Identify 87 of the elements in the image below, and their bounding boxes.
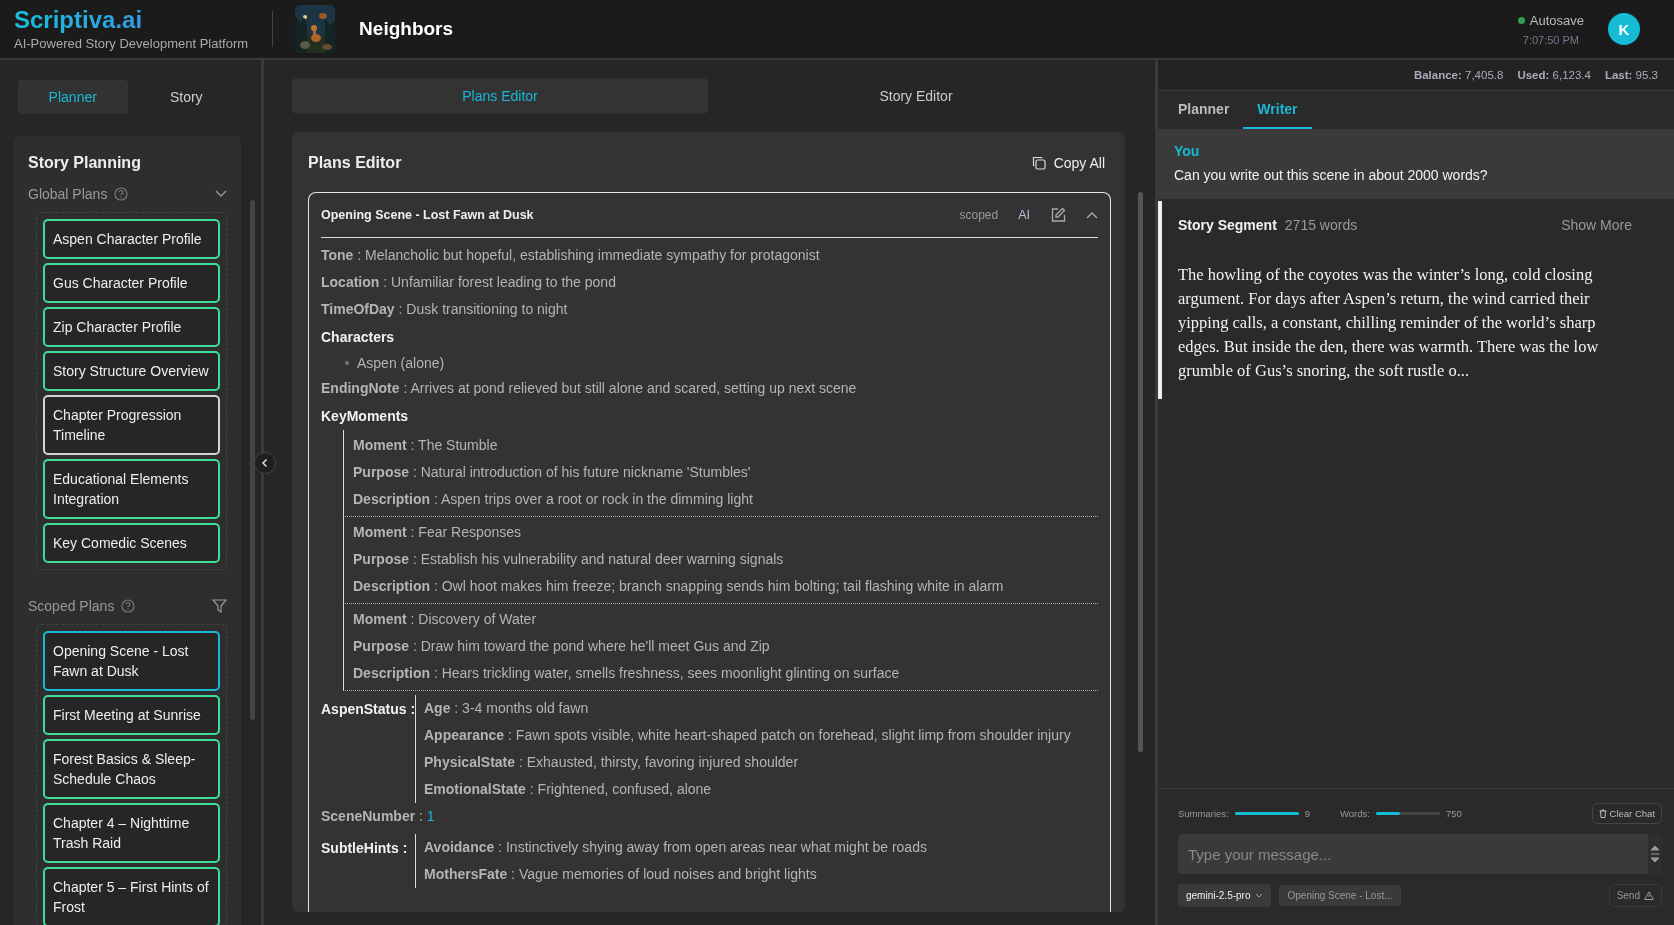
field-text: Appearance : Fawn spots visible, white heart-shaped patch on forehead, slight limp from shoulder injury: [424, 726, 1071, 745]
meter-label: Words:: [1340, 808, 1370, 819]
field-label: SubtleHints :: [321, 839, 409, 858]
plan-item[interactable]: Chapter Progression Timeline: [43, 395, 220, 455]
field-text: Location : Unfamiliar forest leading to the pond: [321, 273, 616, 292]
field-text: Description : Aspen trips over a root or rock in the dimming light: [353, 490, 753, 509]
help-icon[interactable]: [114, 187, 129, 201]
field-text: Moment : Fear Responses: [353, 523, 522, 542]
trash-icon: [1598, 809, 1607, 818]
meter-label: Summaries:: [1178, 808, 1229, 819]
field-text: PhysicalState : Exhausted, thirsty, favoring injured shoulder: [424, 753, 799, 772]
autosave-time: 7:07:50 PM: [1522, 33, 1580, 46]
usage-stat: Last: 95.3: [1604, 69, 1658, 81]
scope-label: scoped: [959, 208, 999, 222]
scrollbar[interactable]: [250, 200, 255, 720]
word-count: 2715 words: [1284, 217, 1358, 233]
plan-item[interactable]: Zip Character Profile: [43, 307, 220, 347]
plan-item[interactable]: Key Comedic Scenes: [43, 523, 220, 563]
editor-tab[interactable]: Plans Editor: [292, 78, 708, 114]
context-chip[interactable]: Opening Scene - Lost...: [1279, 885, 1401, 906]
app-tagline: AI-Powered Story Development Platform: [14, 35, 249, 51]
sidebar-tab[interactable]: Story: [131, 80, 241, 114]
field-text: Avoidance : Instinctively shying away from open areas near what might be roads: [424, 838, 927, 857]
message-text: Can you write out this scene in about 2000 words?: [1174, 167, 1489, 183]
plan-item[interactable]: Opening Scene - Lost Fawn at Dusk: [43, 631, 220, 691]
field-text: EmotionalState : Frightened, confused, alone: [424, 780, 712, 799]
chevron-up-icon[interactable]: [1086, 211, 1098, 219]
field-text: Age : 3-4 months old fawn: [424, 699, 589, 718]
story-text: The howling of the coyotes was the winter’s long, cold closing argument. For days after Aspen’s return, the wind carried their yipping calls, a constant, chilling reminder of the world’s sharp edges. But inside the den, there was warmth. There was the low grumble of Gus’s snoring, the soft rustle o...: [1178, 264, 1600, 382]
meter-value: 750: [1445, 808, 1462, 819]
plan-item[interactable]: Chapter 4 – Nighttime Trash Raid: [43, 803, 220, 863]
section-title: Scoped Plans: [28, 598, 115, 614]
plan-item[interactable]: Chapter 5 – First Hints of Frost: [43, 867, 220, 925]
field-text: Description : Hears trickling water, smells freshness, sees moonlight glinting on surface: [353, 664, 900, 683]
copy-all-button[interactable]: Copy All: [1025, 154, 1111, 172]
field-text: Purpose : Natural introduction of his future nickname 'Stumbles': [353, 463, 751, 482]
chevron-down-icon[interactable]: [215, 190, 227, 198]
sidebar-tab[interactable]: Planner: [18, 80, 128, 114]
send-button[interactable]: Send: [1608, 884, 1662, 907]
section-title: Global Plans: [28, 186, 108, 202]
field-text: TimeOfDay : Dusk transitioning to night: [321, 300, 568, 319]
scrollbar[interactable]: [1138, 192, 1143, 752]
plan-item[interactable]: Story Structure Overview: [43, 351, 220, 391]
plan-item[interactable]: First Meeting at Sunrise: [43, 695, 220, 735]
field-value: 1: [426, 807, 435, 826]
edit-icon[interactable]: [1050, 207, 1066, 223]
model-select[interactable]: gemini-2.5-pro: [1178, 884, 1272, 907]
chat-tab[interactable]: Planner: [1164, 91, 1244, 129]
bullet-icon: [345, 361, 349, 365]
usage-stat: Balance: 7,405.8: [1413, 69, 1504, 81]
field-text: Description : Owl hoot makes him freeze; branch snapping sends him bolting; tail flashing white in alarm: [353, 577, 1004, 596]
plan-item[interactable]: Forest Basics & Sleep-Schedule Chaos: [43, 739, 220, 799]
autosave-label: Autosave: [1529, 12, 1584, 28]
segment-title: Story Segment: [1178, 217, 1277, 233]
field-text: Moment : The Stumble: [353, 436, 498, 455]
list-item: Aspen (alone): [357, 354, 445, 373]
warning-icon: [1644, 891, 1654, 900]
field-label: AspenStatus :: [321, 700, 415, 719]
field-text: EndingNote : Arrives at pond relieved but still alone and scared, setting up next scene: [321, 379, 857, 398]
help-icon[interactable]: [121, 599, 136, 613]
filter-icon[interactable]: [212, 599, 227, 613]
chevron-down-icon: [1255, 893, 1264, 898]
plan-title: Opening Scene - Lost Fawn at Dusk: [321, 208, 535, 222]
plan-item[interactable]: Aspen Character Profile: [43, 219, 220, 259]
panel-title: Story Planning: [28, 154, 142, 172]
usage-stat: Used: 6,123.4: [1517, 69, 1591, 81]
editor-title: Plans Editor: [308, 154, 402, 172]
collapse-button[interactable]: [254, 452, 276, 474]
field-label: Characters: [321, 328, 396, 347]
message-author: You: [1174, 143, 1201, 159]
ai-button[interactable]: AI: [1018, 208, 1030, 222]
plan-item[interactable]: Gus Character Profile: [43, 263, 220, 303]
editor-tab[interactable]: Story Editor: [708, 78, 1124, 114]
plan-item[interactable]: Educational Elements Integration: [43, 459, 220, 519]
field-label: KeyMoments: [321, 407, 410, 426]
field-text: Moment : Discovery of Water: [353, 610, 537, 629]
chevron-left-icon: [260, 458, 270, 468]
clear-chat-button[interactable]: Clear Chat: [1591, 803, 1662, 824]
show-more-button[interactable]: Show More: [1561, 217, 1632, 233]
field-text: Purpose : Establish his vulnerability and natural deer warning signals: [353, 550, 784, 569]
field-label: SceneNumber :: [321, 807, 423, 826]
field-text: MothersFate : Vague memories of loud noises and bright lights: [424, 865, 817, 884]
project-title: Neighbors: [359, 18, 454, 40]
meter-value: 9: [1304, 808, 1310, 819]
field-text: Tone : Melancholic but hopeful, establishing immediate sympathy for protagonist: [321, 246, 820, 265]
field-text: Purpose : Draw him toward the pond where he'll meet Gus and Zip: [353, 637, 770, 656]
copy-icon: [1031, 156, 1046, 170]
